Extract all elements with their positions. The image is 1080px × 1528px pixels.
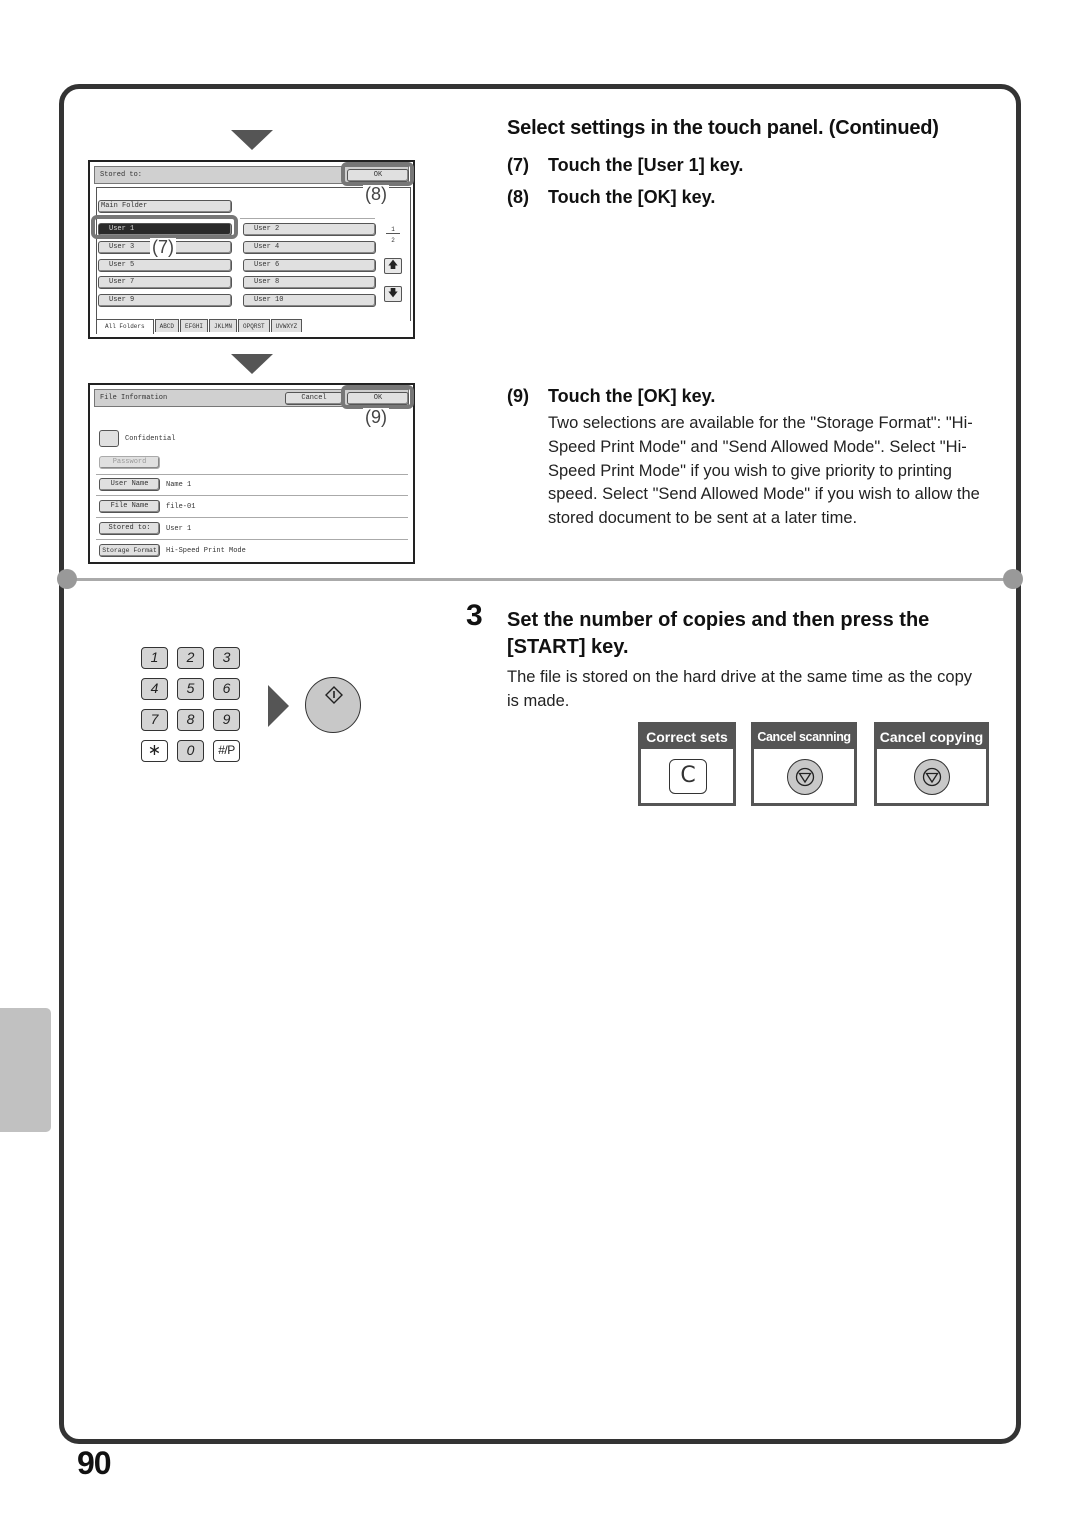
confidential-checkbox[interactable] (99, 430, 119, 447)
key-7[interactable]: 7 (141, 709, 168, 731)
divider-dot-left (57, 569, 77, 589)
stop-key[interactable] (787, 759, 823, 795)
step-3-number: 3 (466, 599, 483, 632)
callout-label-8: (8) (363, 184, 389, 204)
confidential-label: Confidential (125, 435, 176, 443)
down-arrow-icon (231, 130, 273, 150)
cancel-copying-box: Cancel copying (874, 722, 989, 806)
key-0[interactable]: 0 (177, 740, 204, 762)
tab-opqrst[interactable]: OPQRST (238, 319, 270, 332)
arrow-up-icon: 🡅 (387, 260, 399, 271)
step-3-description: The file is stored on the hard drive at … (507, 668, 972, 710)
key-5[interactable]: 5 (177, 678, 204, 700)
box-title: Correct sets (641, 725, 733, 749)
page-number: 90 (77, 1445, 112, 1481)
start-icon (325, 686, 343, 704)
user-button[interactable]: User 5 (98, 259, 232, 272)
separator (240, 218, 375, 219)
file-name-button[interactable]: File Name (99, 500, 160, 513)
cancel-button[interactable]: Cancel (285, 392, 343, 405)
password-button[interactable]: Password (99, 456, 160, 469)
key-3[interactable]: 3 (213, 647, 240, 669)
storage-format-value: Hi-Speed Print Mode (166, 547, 246, 555)
key-1[interactable]: 1 (141, 647, 168, 669)
user-button[interactable]: User 6 (243, 259, 376, 272)
step-9-description: Two selections are available for the "St… (548, 414, 980, 528)
down-arrow-icon (231, 354, 273, 374)
step-text: Touch the [OK] key. (548, 187, 716, 207)
user-button[interactable]: User 8 (243, 276, 376, 289)
tab-abcd[interactable]: ABCD (154, 319, 180, 332)
storage-format-button[interactable]: Storage Format (99, 544, 160, 557)
page-current: 1 (386, 226, 400, 234)
start-button[interactable] (305, 677, 361, 733)
divider-dot-right (1003, 569, 1023, 589)
scroll-up-button[interactable]: 🡅 (384, 258, 402, 274)
scroll-down-button[interactable]: 🡇 (384, 286, 402, 302)
stop-icon (795, 767, 815, 787)
box-title: Cancel copying (877, 725, 986, 749)
user-name-button[interactable]: User Name (99, 478, 160, 491)
step-number: (8) (507, 187, 529, 207)
key-8[interactable]: 8 (177, 709, 204, 731)
tab-efghi[interactable]: EFGHI (180, 319, 209, 332)
main-folder-button[interactable]: Main Folder (98, 200, 232, 213)
step-3-title: Set the number of copies and then press … (507, 609, 930, 658)
step-number: (9) (507, 386, 529, 406)
clear-key[interactable]: C (669, 759, 707, 794)
user-button[interactable]: User 10 (243, 294, 376, 307)
index-tabs: All Folders ABCD EFGHI JKLMN OPQRST UVWX… (96, 319, 303, 334)
user-button[interactable]: User 2 (243, 223, 376, 236)
stop-key[interactable] (914, 759, 950, 795)
callout-label-9: (9) (363, 407, 389, 427)
key-hash-p[interactable]: #/P (213, 740, 240, 762)
key-4[interactable]: 4 (141, 678, 168, 700)
stored-to-value: User 1 (166, 525, 192, 533)
stop-icon (922, 767, 942, 787)
callout-ok (341, 162, 414, 186)
callout-ok (341, 385, 414, 409)
section-title: Select settings in the touch panel. (Con… (507, 117, 939, 139)
step-text: Touch the [User 1] key. (548, 155, 744, 175)
key-asterisk[interactable]: ∗ (141, 740, 168, 762)
user-button[interactable]: User 7 (98, 276, 232, 289)
right-arrow-icon (268, 685, 289, 727)
step-9: (9) Touch the [OK] key. (507, 386, 715, 407)
key-2[interactable]: 2 (177, 647, 204, 669)
step-7: (7) Touch the [User 1] key. (507, 155, 743, 176)
separator (96, 474, 408, 475)
tab-all-folders[interactable]: All Folders (96, 319, 154, 334)
correct-sets-box: Correct sets C (638, 722, 736, 806)
key-9[interactable]: 9 (213, 709, 240, 731)
page-total: 2 (391, 237, 395, 244)
step-number: (7) (507, 155, 529, 175)
stored-to-button[interactable]: Stored to: (99, 522, 160, 535)
step-text: Touch the [OK] key. (548, 386, 716, 406)
step-8: (8) Touch the [OK] key. (507, 187, 715, 208)
chapter-side-tab (0, 1008, 51, 1132)
arrow-down-icon: 🡇 (387, 288, 399, 299)
key-6[interactable]: 6 (213, 678, 240, 700)
cancel-scanning-box: Cancel scanning (751, 722, 857, 806)
user-name-value: Name 1 (166, 481, 192, 489)
separator (96, 495, 408, 496)
tab-jklmn[interactable]: JKLMN (209, 319, 238, 332)
user-button[interactable]: User 9 (98, 294, 232, 307)
tab-uvwxyz[interactable]: UVWXYZ (270, 319, 303, 332)
separator (96, 517, 408, 518)
callout-user-1 (91, 215, 238, 239)
user-button[interactable]: User 4 (243, 241, 376, 254)
section-divider (68, 578, 1012, 581)
separator (96, 539, 408, 540)
callout-label-7: (7) (150, 237, 176, 257)
file-name-value: file-01 (166, 503, 196, 511)
clear-key-icon: C (680, 763, 696, 788)
box-title: Cancel scanning (754, 725, 854, 749)
